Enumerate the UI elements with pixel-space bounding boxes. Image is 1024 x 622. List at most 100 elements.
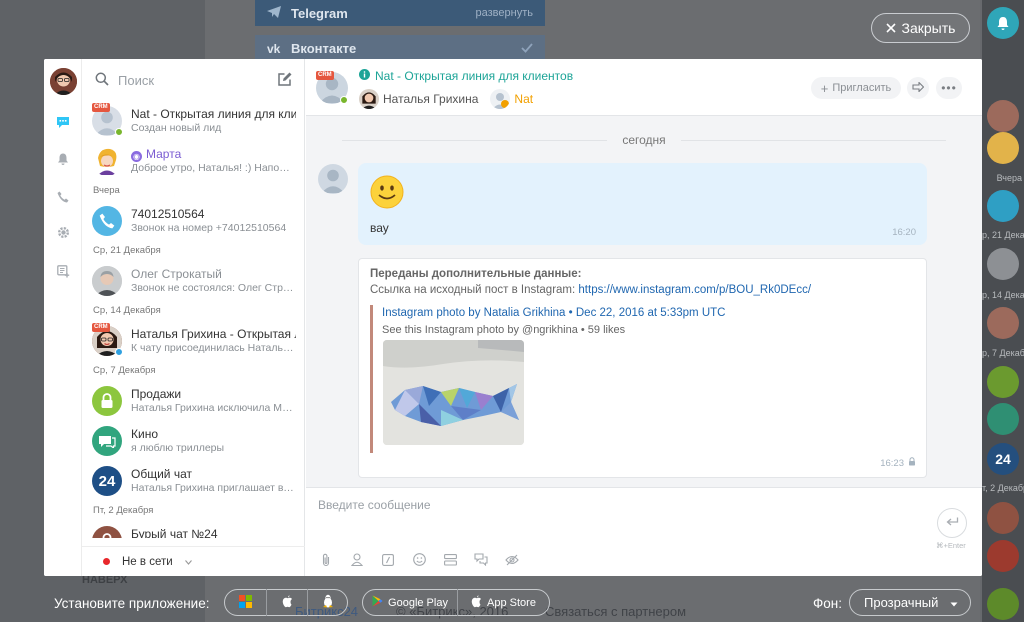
lock-chat-icon (92, 386, 122, 416)
message-text: вау (370, 221, 389, 235)
list-item[interactable]: Олег Строкатый Звонок не состоялся: Олег… (82, 261, 305, 301)
message-time: 16:20 (892, 227, 916, 238)
backdrop-rail-avatar (987, 307, 1019, 339)
new-chat-icon[interactable] (277, 71, 293, 90)
messenger-nav (44, 59, 82, 576)
chat-icon (56, 116, 70, 132)
list-item-title: Бурый чат №24 (131, 527, 218, 538)
status-selector[interactable]: Не в сети (82, 546, 305, 576)
command-button[interactable] (378, 551, 398, 571)
instagram-post-link[interactable]: https://www.instagram.com/p/BOU_Rk0DEcc/ (578, 284, 811, 296)
smile-icon (412, 553, 426, 569)
send-button[interactable] (937, 508, 967, 538)
list-item[interactable]: ◉ Марта Доброе утро, Наталья! :) Напомина… (82, 141, 305, 181)
backdrop-telegram-label: Telegram (291, 5, 348, 21)
day-separator: сегодня (306, 132, 982, 148)
list-date-separator: Вчера (93, 185, 120, 196)
transfer-chat-button[interactable] (471, 551, 491, 571)
preview-image[interactable] (383, 340, 524, 445)
windows-app-button[interactable] (225, 589, 266, 616)
vk-icon: vk (267, 41, 281, 56)
user-icon (350, 553, 364, 569)
message-bubble[interactable]: Переданы дополнительные данные: Ссылка н… (358, 258, 927, 478)
nav-settings-button[interactable] (52, 223, 74, 245)
list-item-title: Кино (131, 427, 158, 441)
message-input[interactable] (318, 494, 878, 516)
more-button[interactable]: ••• (936, 77, 962, 99)
sender-avatar[interactable] (318, 164, 348, 194)
chevron-down-icon (184, 556, 192, 568)
list-item[interactable]: Кино я люблю триллеры (82, 421, 305, 461)
close-button-label: Закрыть (901, 20, 956, 36)
backdrop-rail-avatar (987, 502, 1019, 534)
preview-description: See this Instagram photo by @ngrikhina •… (382, 324, 626, 336)
list-item[interactable]: Бурый чат №24 (82, 521, 305, 538)
smiley-emoji-icon (370, 175, 404, 212)
apple-icon (282, 594, 293, 611)
google-play-button[interactable]: Google Play (363, 589, 457, 616)
bot-icon: ◉ (131, 151, 142, 162)
list-item-title: Наталья Грихина - Открытая линия (131, 327, 296, 341)
list-item-desc: Наталья Грихина исключила Марту из чата (131, 402, 296, 414)
forward-button[interactable] (907, 77, 929, 99)
nav-openlines-button[interactable] (52, 262, 74, 284)
hide-button[interactable] (502, 551, 522, 571)
list-item-title: Олег Строкатый (131, 267, 222, 281)
backdrop-rail-avatar (987, 366, 1019, 398)
list-date-separator: Пт, 2 Декабря (93, 505, 154, 516)
transfer-icon (474, 553, 488, 569)
list-item[interactable]: 24 Общий чат Наталья Грихина приглашает … (82, 461, 305, 501)
member-avatar[interactable] (490, 89, 511, 109)
backdrop-rail-avatar (987, 403, 1019, 435)
crm-badge: CRM (92, 103, 110, 112)
open-lines-icon (56, 265, 70, 281)
member-avatar[interactable] (359, 89, 379, 109)
close-button[interactable]: Закрыть (871, 13, 970, 43)
plus-icon: + (820, 80, 829, 96)
quick-answers-button[interactable] (440, 551, 460, 571)
member-name[interactable]: Наталья Грихина (383, 92, 478, 106)
more-icon: ••• (941, 81, 957, 95)
search-input[interactable] (118, 71, 268, 89)
backdrop-rail-avatar (987, 248, 1019, 280)
background-select[interactable]: Прозрачный (849, 589, 971, 616)
gear-icon (57, 226, 70, 242)
recent-panel: CRM Nat - Открытая линия для клиентов Со… (82, 59, 305, 576)
backdrop-rail-date: р, 7 Декабря (982, 348, 1024, 358)
my-avatar[interactable] (50, 68, 77, 95)
mention-user-button[interactable] (347, 551, 367, 571)
attach-button[interactable] (316, 551, 336, 571)
list-item-title: 74012510564 (131, 207, 205, 221)
invite-button[interactable]: + Пригласить (811, 77, 901, 99)
list-item-title: Продажи (131, 387, 182, 401)
nav-calls-button[interactable] (52, 187, 74, 209)
messenger-status-icon (115, 348, 123, 356)
list-item[interactable]: 74012510564 Звонок на номер +74012510564 (82, 201, 305, 241)
list-item-desc: я люблю триллеры (131, 442, 225, 454)
app-store-button[interactable]: App Store (457, 589, 549, 616)
preview-title-link[interactable]: Instagram photo by Natalia Grikhina • De… (382, 307, 725, 319)
emoji-button[interactable] (409, 551, 429, 571)
member-name[interactable]: Nat (514, 92, 533, 106)
forward-icon (912, 81, 925, 95)
check-icon (521, 41, 533, 56)
list-item[interactable]: Продажи Наталья Грихина исключила Марту … (82, 381, 305, 421)
nav-chats-button[interactable] (52, 113, 74, 135)
list-item-title: ◉ Марта (131, 147, 296, 162)
linux-app-button[interactable] (307, 589, 347, 616)
backdrop-rail-avatar (987, 132, 1019, 164)
chevron-down-icon (950, 595, 958, 610)
list-item[interactable]: CRM Наталья Грихина - Открытая линия К ч… (82, 321, 305, 361)
nav-notifications-button[interactable] (52, 150, 74, 172)
recent-list: CRM Nat - Открытая линия для клиентов Со… (82, 101, 305, 538)
backdrop-notification-icon (987, 7, 1019, 39)
message-bubble[interactable]: вау 16:20 (358, 163, 927, 245)
close-icon (885, 20, 896, 36)
linux-icon (322, 594, 334, 611)
list-item[interactable]: CRM Nat - Открытая линия для клиентов Со… (82, 101, 305, 141)
mac-app-button[interactable] (266, 589, 307, 616)
telegram-icon (267, 5, 283, 21)
send-shortcut-hint: ⌘+Enter (936, 541, 966, 550)
chat-title[interactable]: Nat - Открытая линия для клиентов (359, 69, 573, 83)
chat-header: CRM Nat - Открытая линия для клиентов На… (306, 59, 982, 116)
